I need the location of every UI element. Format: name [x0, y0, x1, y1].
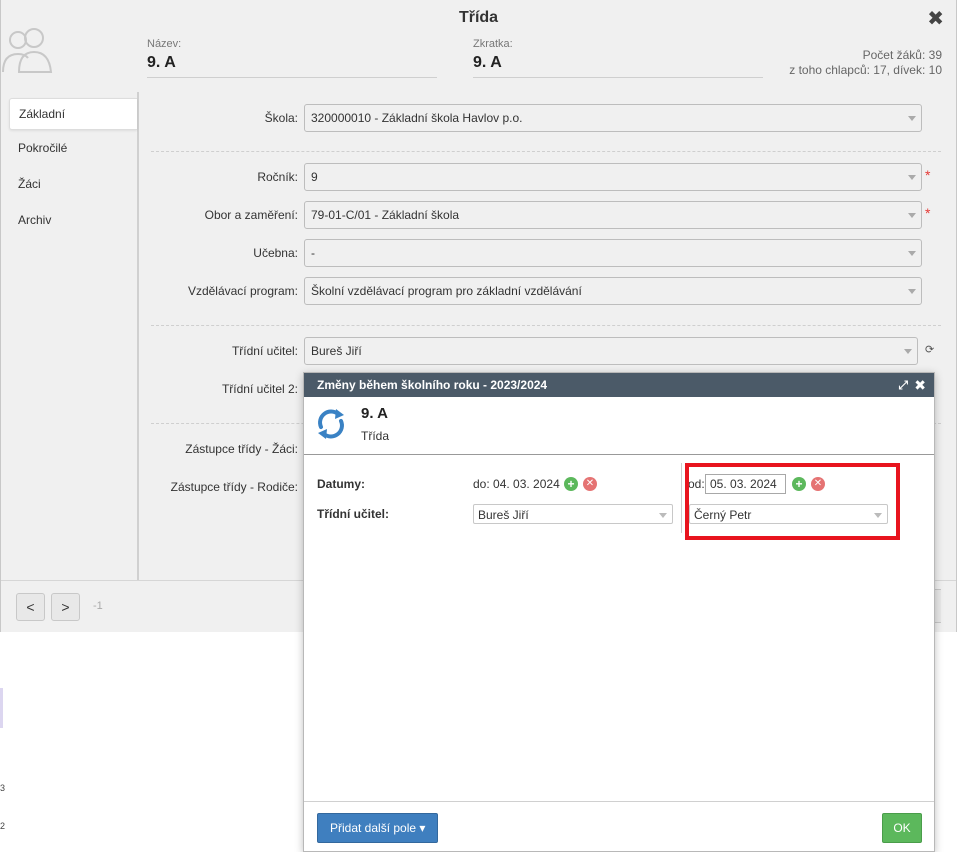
name-value: 9. A [147, 54, 176, 71]
room-label: Učebna: [253, 246, 298, 260]
chevron-down-icon [908, 116, 916, 121]
remove-icon[interactable]: ✕ [583, 477, 597, 491]
sync-icon [318, 409, 344, 439]
teacher-row: Třídní učitel: Bureš Jiří ⟳ [141, 337, 941, 365]
rep-students-label: Zástupce třídy - Žáci: [185, 442, 298, 456]
chevron-down-icon [908, 251, 916, 256]
close-icon[interactable]: ✖ [927, 6, 944, 31]
tab-basic[interactable]: Základní [9, 98, 137, 130]
name-field: Název: 9. A [147, 38, 437, 78]
class-name: 9. A [361, 405, 388, 422]
add-icon[interactable]: + [564, 477, 578, 491]
modal-title: Změny během školního roku - 2023/2024 [317, 378, 548, 392]
modal-subheader: 9. A Třída [304, 397, 934, 455]
field-label: Obor a zaměření: [204, 208, 298, 222]
school-row: Škola: 320000010 - Základní škola Havlov… [141, 104, 941, 132]
school-label: Škola: [264, 111, 298, 125]
modal-header: Změny během školního roku - 2023/2024 ⤢ … [304, 373, 934, 397]
name-label: Název: [147, 38, 182, 50]
prev-button[interactable]: < [16, 593, 45, 621]
teacher-value: Bureš Jiří [311, 344, 362, 358]
changes-modal: Změny během školního roku - 2023/2024 ⤢ … [303, 372, 935, 852]
teacher2-label: Třídní učitel 2: [221, 382, 298, 396]
field-row: Obor a zaměření: 79-01-C/01 - Základní š… [141, 201, 941, 229]
chevron-down-icon [908, 289, 916, 294]
abbreviation-field: Zkratka: 9. A [473, 38, 763, 78]
room-row: Učebna: - [141, 239, 941, 267]
period-divider [681, 463, 682, 533]
chevron-down-icon [908, 175, 916, 180]
modal-footer: Přidat další pole ▾ OK [304, 801, 934, 851]
chevron-down-icon [908, 213, 916, 218]
rep-parents-label: Zástupce třídy - Rodiče: [170, 480, 298, 494]
field-value: 79-01-C/01 - Základní škola [311, 208, 460, 222]
refresh-icon[interactable]: ⟳ [925, 343, 934, 356]
dates-label: Datumy: [317, 477, 366, 491]
school-value: 320000010 - Základní škola Havlov p.o. [311, 111, 523, 125]
background-fragment: 3 [0, 783, 6, 793]
program-value: Školní vzdělávací program pro základní v… [311, 284, 582, 298]
dialog-header: Třída ✖ Název: 9. A Zkratka: 9. A Počet … [1, 0, 956, 92]
highlight-box [685, 463, 900, 540]
chevron-down-icon [659, 513, 667, 518]
program-row: Vzdělávací program: Školní vzdělávací pr… [141, 277, 941, 305]
class-type: Třída [361, 429, 390, 443]
period1-teacher-select[interactable]: Bureš Jiří [473, 504, 673, 524]
section-divider [151, 325, 941, 326]
background-accent [0, 688, 3, 728]
tab-advanced[interactable]: Pokročilé [1, 130, 137, 166]
grade-select[interactable]: 9 [304, 163, 922, 191]
field-select[interactable]: 79-01-C/01 - Základní škola [304, 201, 922, 229]
chevron-down-icon [904, 349, 912, 354]
student-count-total: Počet žáků: 39 [862, 48, 942, 62]
period1-date: do: 04. 03. 2024 [473, 477, 560, 491]
abbreviation-value: 9. A [473, 54, 502, 71]
page-number: -1 [93, 600, 103, 612]
expand-icon[interactable]: ⤢ [898, 373, 908, 397]
next-button[interactable]: > [51, 593, 80, 621]
dialog-tabs: Základní Pokročilé Žáci Archiv [1, 92, 139, 580]
dialog-title: Třída [458, 9, 499, 26]
close-icon[interactable]: ✖ [914, 373, 926, 397]
required-marker: * [925, 205, 931, 221]
room-value: - [311, 246, 315, 260]
grade-row: Ročník: 9 * [141, 163, 941, 191]
abbreviation-label: Zkratka: [473, 38, 513, 50]
period1-teacher-value: Bureš Jiří [478, 508, 529, 522]
teacher-label: Třídní učitel: [317, 507, 389, 521]
tab-students[interactable]: Žáci [1, 166, 137, 202]
required-marker: * [925, 167, 931, 183]
room-select[interactable]: - [304, 239, 922, 267]
teacher-label: Třídní učitel: [231, 344, 298, 358]
teacher-select[interactable]: Bureš Jiří [304, 337, 918, 365]
tab-archive[interactable]: Archiv [1, 202, 137, 238]
student-count-split: z toho chlapců: 17, dívek: 10 [789, 63, 942, 77]
section-divider [151, 151, 941, 152]
school-select[interactable]: 320000010 - Základní škola Havlov p.o. [304, 104, 922, 132]
program-label: Vzdělávací program: [187, 284, 298, 298]
grade-value: 9 [311, 170, 318, 184]
group-avatar-icon [2, 28, 53, 73]
student-counts: Počet žáků: 39 z toho chlapců: 17, dívek… [789, 48, 942, 78]
add-field-button[interactable]: Přidat další pole ▾ [317, 813, 439, 843]
grade-label: Ročník: [257, 170, 298, 184]
background-fragment: 2 [0, 821, 6, 831]
program-select[interactable]: Školní vzdělávací program pro základní v… [304, 277, 922, 305]
ok-button[interactable]: OK [882, 813, 922, 843]
